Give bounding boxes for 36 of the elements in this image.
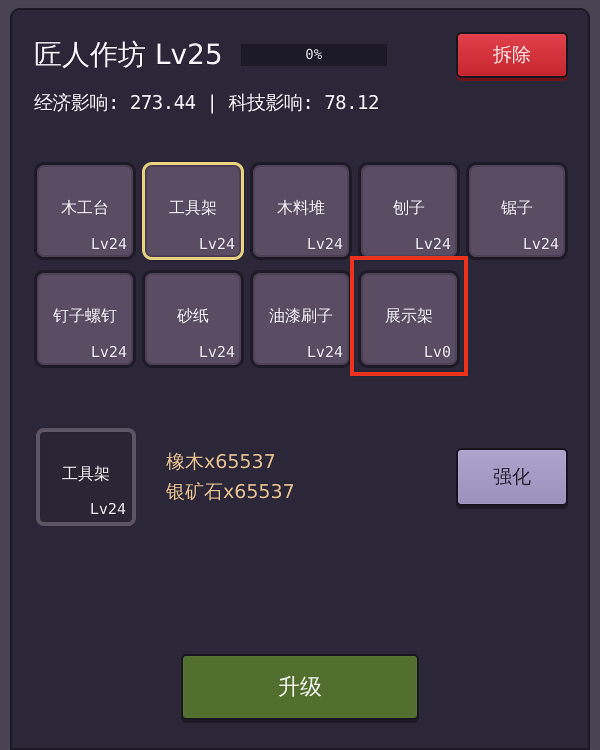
demolish-button[interactable]: 拆除 [456, 32, 568, 78]
tool-tile[interactable]: 钉子螺钉 Lv24 [34, 270, 136, 368]
material-cost: 银矿石x65537 [166, 480, 295, 505]
material-cost: 橡木x65537 [166, 450, 277, 475]
tool-level: Lv24 [522, 235, 559, 253]
tool-name: 钉子螺钉 [53, 306, 117, 326]
tool-name: 展示架 [385, 306, 433, 326]
tool-level: Lv24 [90, 500, 126, 518]
tool-name: 工具架 [169, 198, 217, 218]
tool-level: Lv24 [90, 343, 127, 361]
tool-tile[interactable]: 油漆刷子 Lv24 [250, 270, 352, 368]
stats-text: 经济影响: 273.44 | 科技影响: 78.12 [34, 91, 380, 116]
tool-level: Lv24 [90, 235, 127, 253]
tool-tile[interactable]: 砂纸 Lv24 [142, 270, 244, 368]
tool-level: Lv24 [414, 235, 451, 253]
tool-name: 砂纸 [177, 306, 209, 326]
tool-level: Lv24 [306, 235, 343, 253]
tool-name: 油漆刷子 [269, 306, 333, 326]
tool-level: Lv0 [424, 343, 451, 361]
tool-tile[interactable]: 展示架 Lv0 [358, 270, 460, 368]
building-title: 匠人作坊 Lv25 [34, 37, 223, 73]
tool-tile[interactable]: 木工台 Lv24 [34, 162, 136, 260]
tool-level: Lv24 [198, 235, 235, 253]
tool-tile[interactable]: 工具架 Lv24 [142, 162, 244, 260]
enhance-button[interactable]: 强化 [456, 448, 568, 506]
progress-reading: 0% [305, 47, 322, 63]
tool-name: 木料堆 [277, 198, 325, 218]
upgrade-button[interactable]: 升级 [181, 654, 419, 720]
tool-name: 刨子 [393, 198, 425, 218]
tool-tile[interactable]: 木料堆 Lv24 [250, 162, 352, 260]
tool-level: Lv24 [306, 343, 343, 361]
tool-name: 工具架 [62, 464, 110, 484]
tool-level: Lv24 [198, 343, 235, 361]
tool-tile[interactable]: 锯子 Lv24 [466, 162, 568, 260]
tool-name: 锯子 [501, 198, 533, 218]
tool-name: 木工台 [61, 198, 109, 218]
